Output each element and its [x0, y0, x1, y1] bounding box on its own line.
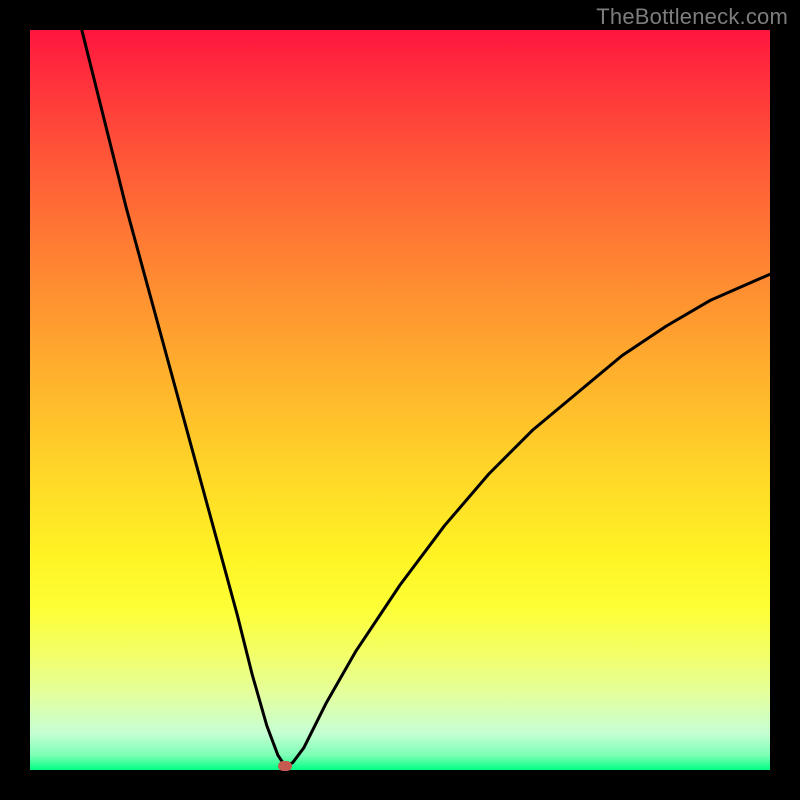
plot-area: [30, 30, 770, 770]
chart-frame: TheBottleneck.com: [0, 0, 800, 800]
watermark-text: TheBottleneck.com: [596, 4, 788, 30]
curve-svg: [30, 30, 770, 770]
bottleneck-curve: [82, 30, 770, 766]
optimal-point-marker: [278, 761, 292, 771]
